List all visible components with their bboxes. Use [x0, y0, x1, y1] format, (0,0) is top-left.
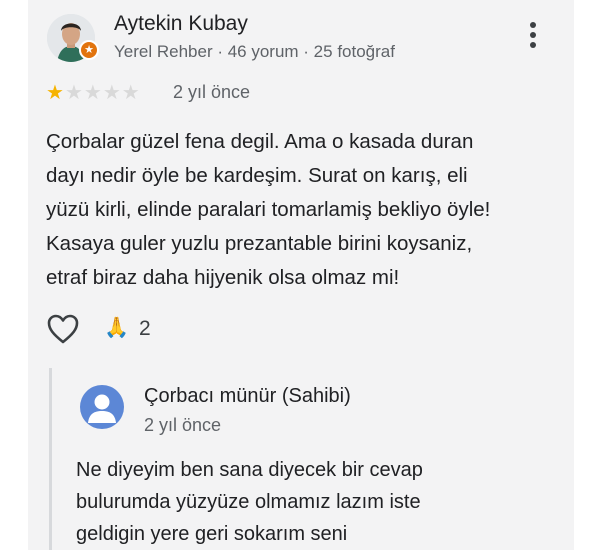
heart-icon[interactable] [46, 313, 80, 345]
more-vert-icon[interactable] [524, 22, 542, 52]
review-text: Çorbalar güzel fena degil. Ama o kasada … [46, 130, 491, 289]
author-name[interactable]: Aytekin Kubay [114, 12, 248, 36]
reply-date: 2 yıl önce [144, 415, 222, 435]
reply-text: Ne diyeyim ben sana diyecek bir cevap bu… [76, 459, 423, 545]
reaction-count: 2 [139, 317, 151, 340]
reply-divider [49, 368, 52, 550]
pray-emoji-icon[interactable]: 🙏 [104, 315, 129, 340]
person-avatar-icon [80, 385, 124, 429]
star-icon-filled: ★ [46, 82, 65, 104]
reply-author: Çorbacı münür (Sahibi) [144, 385, 351, 407]
star-icon-empty: ★ [64, 82, 84, 104]
review-date: 2 yıl önce [173, 82, 251, 102]
star-rating: ★★★★★ [46, 80, 141, 105]
star-icon-empty: ★ [102, 82, 122, 104]
local-guide-star-icon: ★ [79, 40, 99, 60]
star-icon-empty: ★ [121, 82, 141, 104]
star-icon-empty: ★ [83, 82, 103, 104]
author-meta: Yerel Rehber · 46 yorum · 25 fotoğraf [114, 42, 395, 61]
